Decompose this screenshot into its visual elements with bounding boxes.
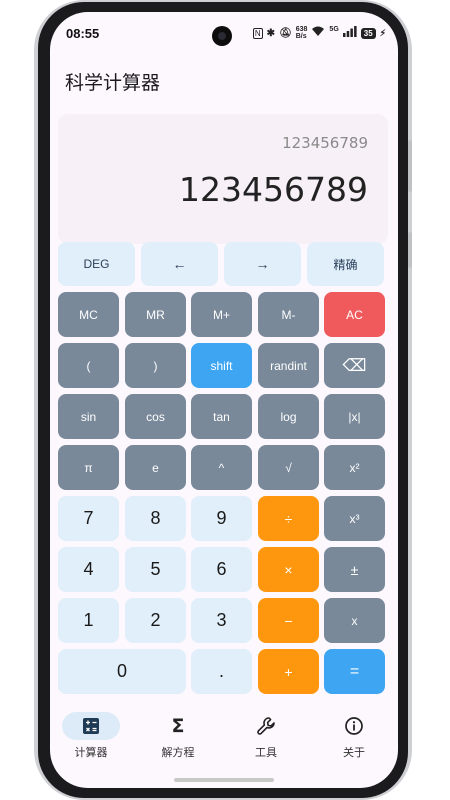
pi-button[interactable]: π [58,445,119,490]
power-button [408,232,412,268]
nav-icon-container [325,712,383,740]
variable-x-button[interactable]: x [324,598,385,643]
tan-button[interactable]: tan [191,394,252,439]
backspace-button[interactable]: ⌫ [324,343,385,388]
divide-button[interactable]: ÷ [258,496,319,541]
subtract-button[interactable]: − [258,598,319,643]
expression-text: 123456789 [282,134,368,152]
backspace-icon: ⌫ [342,355,367,375]
digit-1-button[interactable]: 1 [58,598,119,643]
calculator-icon [83,718,99,734]
home-indicator[interactable] [174,778,274,782]
status-bar: 08:55 N ✱ 🔕︎ 638 B/s 5G 35 ⚡︎ [50,12,398,52]
multiply-button[interactable]: × [258,547,319,592]
digit-8-button[interactable]: 8 [125,496,186,541]
nav-item-calculator[interactable]: 计算器 [51,710,131,768]
nav-item-tools[interactable]: 工具 [226,710,306,768]
cube-button[interactable]: x³ [324,496,385,541]
left-paren-button[interactable]: ( [58,343,119,388]
exact-mode-button[interactable]: 精确 [307,242,384,286]
randint-button[interactable]: randint [258,343,319,388]
front-camera [212,26,232,46]
volume-button [408,140,412,192]
bluetooth-icon: ✱ [266,27,276,39]
add-button[interactable]: + [258,649,319,694]
log-button[interactable]: log [258,394,319,439]
nav-label: 解方程 [161,746,195,759]
nav-item-about[interactable]: 关于 [314,710,394,768]
digit-4-button[interactable]: 4 [58,547,119,592]
result-text: 123456789 [179,170,368,209]
nav-active-pill [62,712,120,740]
digit-0-button[interactable]: 0 [58,649,186,694]
info-icon [345,717,363,735]
page-title: 科学计算器 [65,72,161,94]
cos-button[interactable]: cos [125,394,186,439]
wifi-icon [311,26,325,40]
phone-screen: 08:55 N ✱ 🔕︎ 638 B/s 5G 35 ⚡︎ 科学计算器 1234… [50,12,398,788]
deg-mode-button[interactable]: DEG [58,242,135,286]
digit-6-button[interactable]: 6 [191,547,252,592]
digit-9-button[interactable]: 9 [191,496,252,541]
abs-button[interactable]: |x| [324,394,385,439]
right-paren-button[interactable]: ) [125,343,186,388]
nav-label: 计算器 [74,746,108,759]
cursor-left-button[interactable]: ← [141,242,218,286]
digit-5-button[interactable]: 5 [125,547,186,592]
plus-minus-button[interactable]: ± [324,547,385,592]
nav-label: 关于 [343,746,365,759]
wifi-badge: 5G [329,25,339,33]
e-button[interactable]: e [125,445,186,490]
digit-2-button[interactable]: 2 [125,598,186,643]
digit-3-button[interactable]: 3 [191,598,252,643]
net-speed: 638 B/s [296,26,308,40]
net-speed-unit: B/s [295,33,307,40]
memory-recall-button[interactable]: MR [125,292,186,337]
status-icons: N ✱ 🔕︎ 638 B/s 5G 35 ⚡︎ [252,25,386,40]
digit-7-button[interactable]: 7 [58,496,119,541]
net-speed-value: 638 [295,26,308,33]
charging-icon: ⚡︎ [379,27,386,38]
battery-icon: 35 [360,27,376,39]
square-button[interactable]: x² [324,445,385,490]
decimal-point-button[interactable]: . [191,649,252,694]
sqrt-button[interactable]: √ [258,445,319,490]
nav-item-equation[interactable]: Σ 解方程 [138,710,218,768]
cursor-right-button[interactable]: → [224,242,301,286]
nav-label: 工具 [255,746,277,759]
shift-button[interactable]: shift [191,343,252,388]
all-clear-button[interactable]: AC [324,292,385,337]
memory-subtract-button[interactable]: M- [258,292,319,337]
signal-icon [342,26,357,40]
sigma-icon: Σ [171,715,185,737]
wrench-icon [257,717,275,735]
equals-button[interactable]: = [324,649,385,694]
nav-icon-container: Σ [149,712,207,740]
memory-add-button[interactable]: M+ [191,292,252,337]
memory-clear-button[interactable]: MC [58,292,119,337]
power-button-key[interactable]: ^ [191,445,252,490]
bottom-navigation: 计算器 Σ 解方程 工具 关于 [50,710,398,770]
nav-icon-container [237,712,295,740]
calculator-display: 123456789 123456789 [58,114,388,244]
sin-button[interactable]: sin [58,394,119,439]
mute-icon: 🔕︎ [279,27,292,39]
nfc-icon: N [252,27,263,39]
status-time: 08:55 [66,26,100,41]
